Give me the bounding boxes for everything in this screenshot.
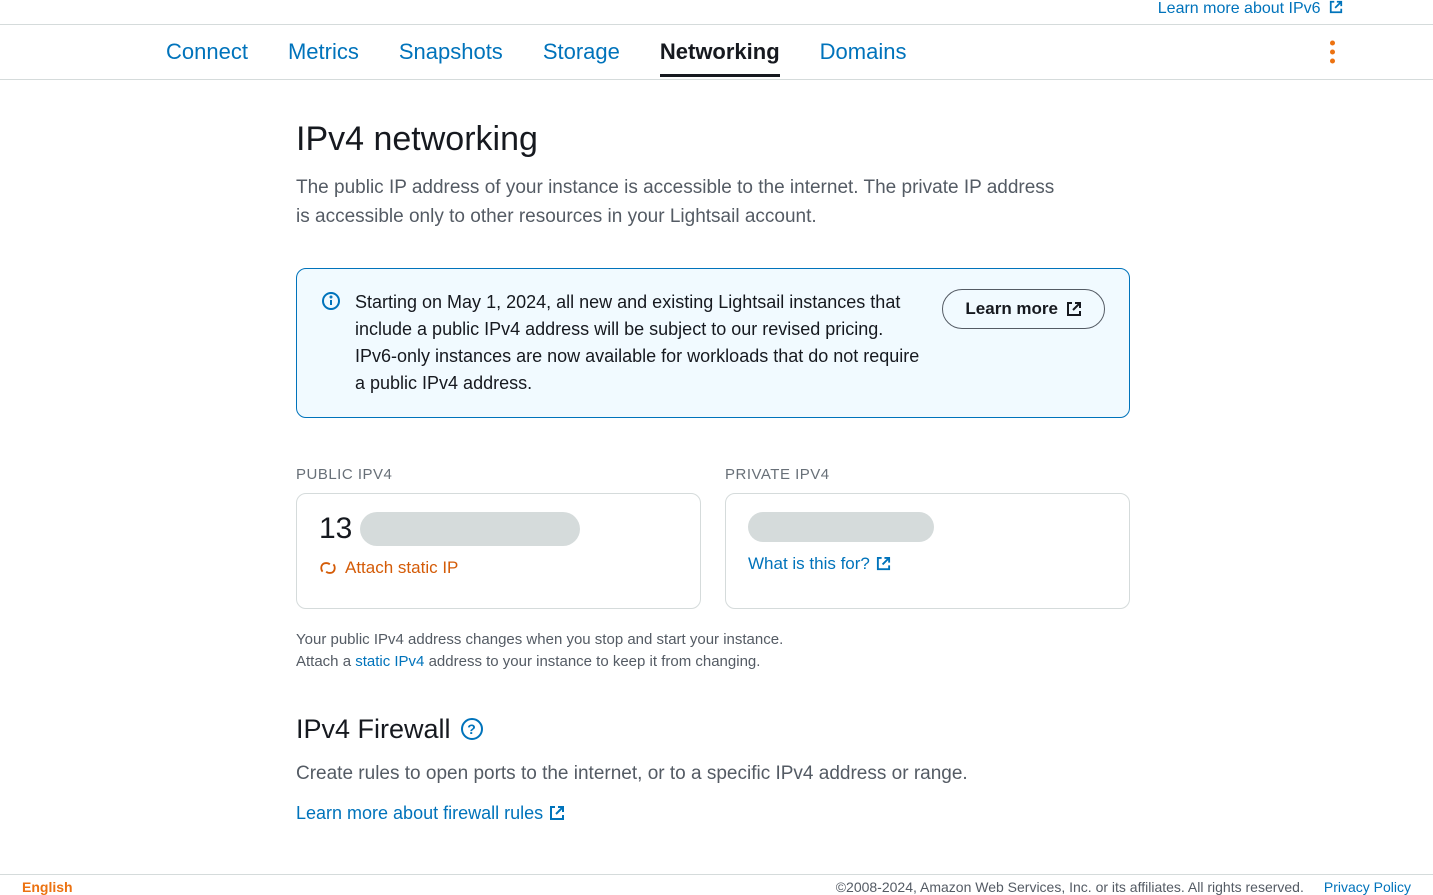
pricing-info-text: Starting on May 1, 2024, all new and exi… (355, 289, 928, 397)
copyright-text: ©2008-2024, Amazon Web Services, Inc. or… (836, 879, 1304, 895)
overflow-menu-button[interactable] (1322, 33, 1343, 72)
private-ip-box: What is this for? (725, 493, 1130, 609)
info-icon (321, 291, 341, 311)
firewall-title-row: IPv4 Firewall ? (296, 714, 1130, 745)
learn-more-button-label: Learn more (965, 299, 1058, 319)
external-link-icon (549, 805, 565, 821)
learn-more-ipv6-label: Learn more about IPv6 (1158, 0, 1321, 17)
public-ip-redacted (360, 512, 580, 546)
private-ip-redacted (748, 512, 934, 542)
tabs-bar: Connect Metrics Snapshots Storage Networ… (0, 24, 1433, 80)
learn-more-ipv6-link[interactable]: Learn more about IPv6 (1158, 0, 1343, 18)
tab-storage[interactable]: Storage (543, 27, 620, 77)
tab-metrics[interactable]: Metrics (288, 27, 359, 77)
tab-snapshots[interactable]: Snapshots (399, 27, 503, 77)
section-description: The public IP address of your instance i… (296, 173, 1056, 232)
what-is-this-link[interactable]: What is this for? (748, 554, 891, 574)
public-ip-hint: Your public IPv4 address changes when yo… (296, 629, 856, 674)
static-ip-icon (319, 559, 337, 577)
attach-static-ip-label: Attach static IP (345, 558, 458, 578)
public-ip-label: PUBLIC IPV4 (296, 466, 701, 483)
what-is-this-label: What is this for? (748, 554, 870, 574)
external-link-icon (1066, 301, 1082, 317)
private-ip-label: PRIVATE IPV4 (725, 466, 1130, 483)
privacy-policy-link[interactable]: Privacy Policy (1324, 879, 1411, 895)
language-selector[interactable]: English (22, 879, 73, 895)
firewall-description: Create rules to open ports to the intern… (296, 763, 1130, 785)
attach-static-ip-link[interactable]: Attach static IP (319, 558, 458, 578)
public-ip-prefix: 13 (319, 512, 352, 546)
public-ip-hint-line1: Your public IPv4 address changes when yo… (296, 629, 856, 652)
firewall-title: IPv4 Firewall (296, 714, 451, 745)
external-link-icon (876, 556, 891, 571)
public-ip-hint-suffix: address to your instance to keep it from… (424, 653, 760, 670)
help-icon[interactable]: ? (461, 718, 483, 740)
firewall-learn-more-link[interactable]: Learn more about firewall rules (296, 803, 565, 824)
tab-domains[interactable]: Domains (820, 27, 907, 77)
section-title: IPv4 networking (296, 120, 1130, 159)
pricing-info-alert: Starting on May 1, 2024, all new and exi… (296, 268, 1130, 418)
public-ip-box: 13 Attach static IP (296, 493, 701, 609)
static-ipv4-link[interactable]: static IPv4 (355, 653, 424, 670)
footer: English ©2008-2024, Amazon Web Services,… (0, 874, 1433, 895)
tab-connect[interactable]: Connect (166, 27, 248, 77)
public-ip-hint-prefix: Attach a (296, 653, 355, 670)
learn-more-button[interactable]: Learn more (942, 289, 1105, 329)
external-link-icon (1329, 0, 1343, 14)
tab-networking[interactable]: Networking (660, 27, 780, 77)
firewall-learn-more-label: Learn more about firewall rules (296, 803, 543, 824)
